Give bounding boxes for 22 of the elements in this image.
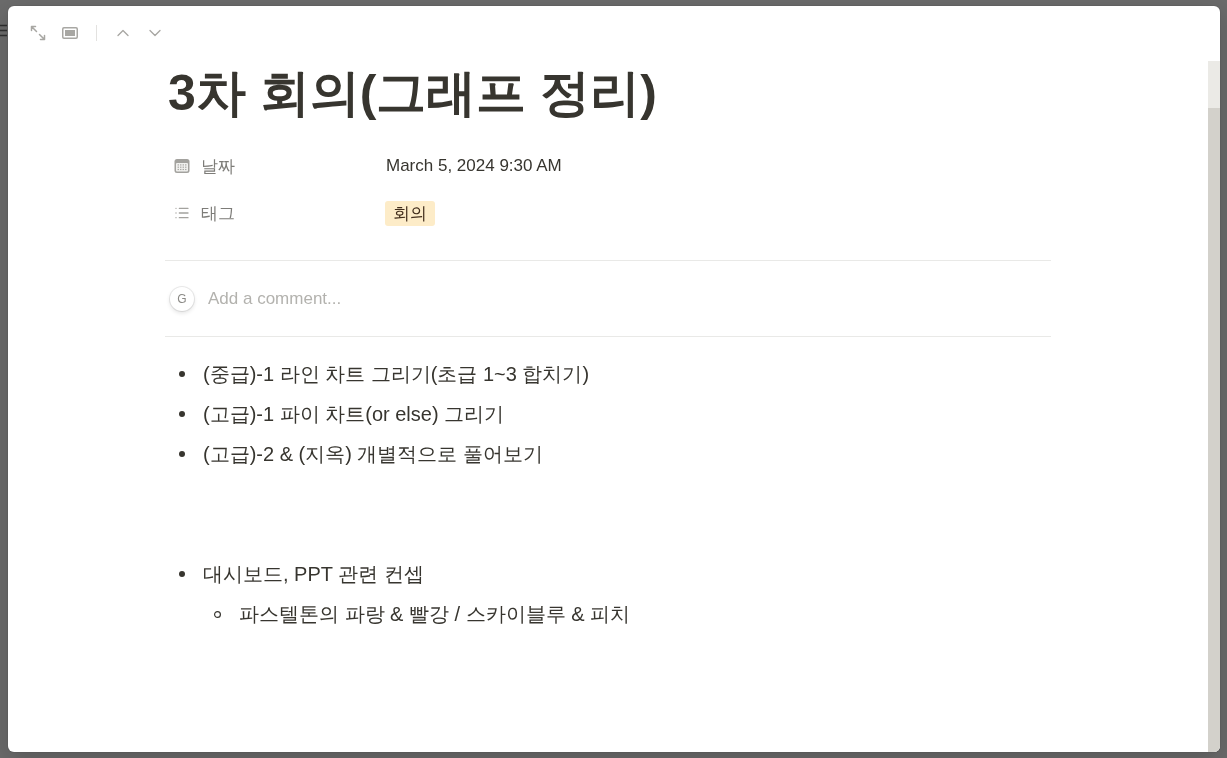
list-item-text: (중급)-1 라인 차트 그리기(초급 1~3 합치기)	[203, 361, 590, 387]
bullet-dot-icon	[179, 371, 185, 377]
bullet-circle-icon	[214, 610, 221, 618]
list-item-text: (고급)-2 & (지옥) 개별적으로 풀어보기	[203, 441, 543, 467]
bullet-dot-icon	[179, 411, 185, 417]
list-icon	[174, 205, 190, 221]
list-item-text: 대시보드, PPT 관련 컨셉	[203, 561, 424, 587]
list-item-text: 파스텔톤의 파랑 & 빨강 / 스카이블루 & 피치	[239, 601, 631, 627]
date-value[interactable]: March 5, 2024 9:30 AM	[386, 156, 562, 176]
property-label: 날짜	[201, 155, 235, 178]
comment-field[interactable]: Add a comment...	[208, 284, 1051, 313]
tag[interactable]: 회의	[385, 200, 435, 226]
bullet-dot-icon	[179, 451, 185, 457]
page-title: 3차 회의(그래프 정리)	[167, 64, 658, 122]
calendar-icon	[174, 158, 190, 174]
menu-icon	[0, 24, 7, 37]
list-item-text: (고급)-1 파이 차트(or else) 그리기	[203, 401, 505, 427]
property-label: 태그	[201, 202, 235, 225]
avatar: G	[170, 286, 194, 311]
expand-arrows-icon	[30, 25, 46, 41]
bullet-dot-icon	[179, 571, 185, 577]
window-panel-icon	[62, 27, 78, 39]
